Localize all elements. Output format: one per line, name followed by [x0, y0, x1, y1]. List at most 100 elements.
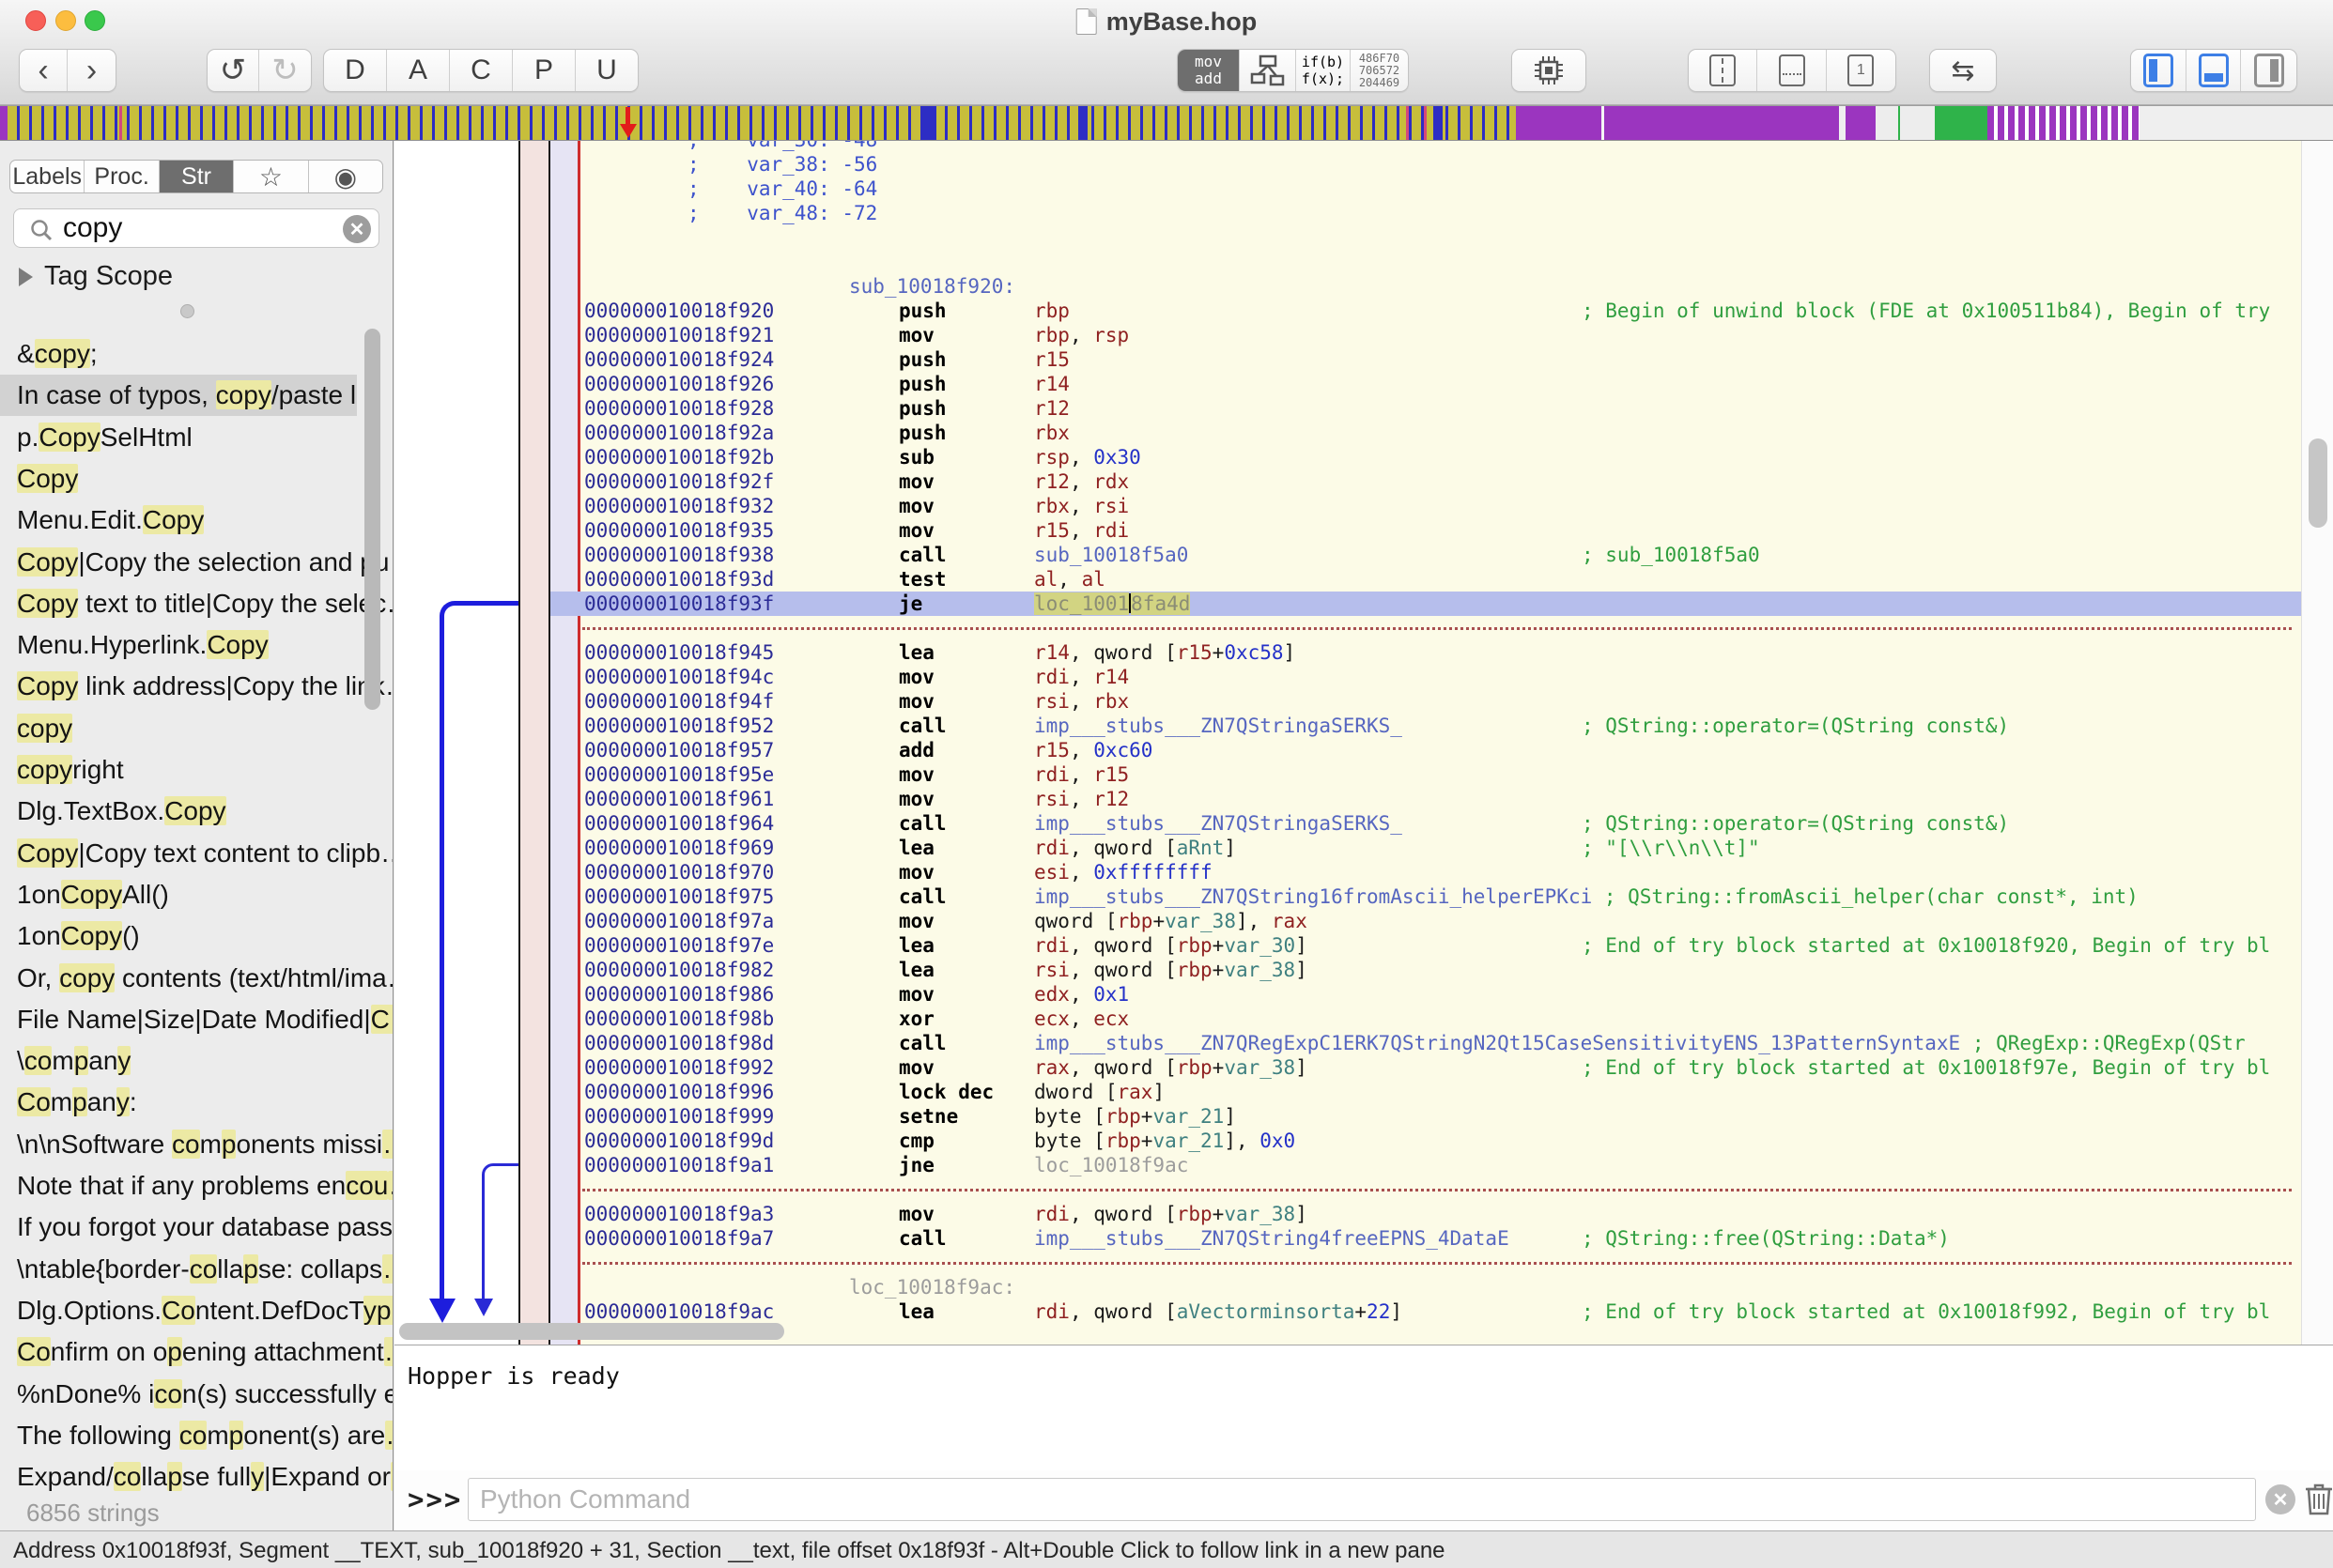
listing-line[interactable]: 000000010018f952callimp___stubs___ZN7QSt…: [550, 714, 2301, 738]
listing-line[interactable]: 000000010018f924pushr15: [550, 347, 2301, 372]
string-list-item[interactable]: \n\nSoftware components missi…: [0, 1124, 393, 1165]
string-list-item[interactable]: Copy|Copy text content to clipb…: [0, 833, 393, 874]
string-list-item[interactable]: &copy;: [0, 333, 393, 375]
clear-console-icon[interactable]: ✕: [2265, 1484, 2295, 1514]
listing-line[interactable]: 000000010018f94fmovrsi, rbx: [550, 689, 2301, 714]
mode-button-u[interactable]: U: [576, 50, 638, 91]
listing-var[interactable]: ; var_48: -72: [550, 201, 2301, 225]
mode-button-d[interactable]: D: [324, 50, 387, 91]
string-list-item[interactable]: File Name|Size|Date Modified|C…: [0, 999, 393, 1040]
string-list-item[interactable]: The following component(s) are…: [0, 1415, 393, 1456]
listing-line[interactable]: 000000010018f92fmovr12, rdx: [550, 469, 2301, 494]
undo-button[interactable]: ↺: [208, 50, 259, 91]
listing-line[interactable]: 000000010018f999setnebyte [rbp+var_21]: [550, 1104, 2301, 1129]
mode-button-p[interactable]: P: [513, 50, 576, 91]
tab-proc[interactable]: Proc.: [85, 161, 159, 192]
listing-line[interactable]: 000000010018f97eleardi, qword [rbp+var_3…: [550, 933, 2301, 958]
mode-button-a[interactable]: A: [387, 50, 450, 91]
string-list-item[interactable]: %nDone% icon(s) successfully e…: [0, 1374, 393, 1415]
toggle-right-panel-button[interactable]: [2241, 50, 2296, 91]
string-list-item[interactable]: p.CopySelHtml: [0, 417, 393, 458]
string-list-item[interactable]: In case of typos, copy/paste lice…: [0, 375, 357, 416]
cpu-button[interactable]: [1511, 49, 1586, 92]
string-list-item[interactable]: Or, copy contents (text/html/ima…: [0, 958, 393, 999]
listing-line[interactable]: 000000010018f94cmovrdi, r14: [550, 665, 2301, 689]
listing-line[interactable]: 000000010018f98dcallimp___stubs___ZN7QRe…: [550, 1031, 2301, 1055]
split-vertical-button[interactable]: [1689, 50, 1757, 91]
string-list-item[interactable]: Menu.Hyperlink.Copy: [0, 624, 393, 666]
listing-line[interactable]: 000000010018f926pushr14: [550, 372, 2301, 396]
search-field[interactable]: ✕: [13, 208, 379, 248]
listing-line[interactable]: 000000010018f935movr15, rdi: [550, 518, 2301, 543]
listing-line[interactable]: 000000010018f97amovqword [rbp+var_38], r…: [550, 909, 2301, 933]
string-list-item[interactable]: Dlg.TextBox.Copy: [0, 791, 393, 832]
string-list-item[interactable]: 1onCopy(): [0, 915, 393, 957]
search-input[interactable]: [63, 211, 335, 245]
split-horizontal-button[interactable]: [1757, 50, 1826, 91]
listing-line[interactable]: 000000010018f99dcmpbyte [rbp+var_21], 0x…: [550, 1129, 2301, 1153]
string-list-item[interactable]: \company: [0, 1040, 393, 1082]
zoom-window-button[interactable]: [85, 10, 105, 31]
string-list-item[interactable]: Dlg.Options.Content.DefDocTyp…: [0, 1290, 393, 1331]
vertical-scrollbar-thumb[interactable]: [2309, 438, 2327, 528]
listing-line[interactable]: 000000010018f9a7callimp___stubs___ZN7QSt…: [550, 1226, 2301, 1251]
listing-var[interactable]: ; var_38: -56: [550, 152, 2301, 177]
swap-panes-button[interactable]: ⇆: [1929, 49, 1997, 92]
tab-str[interactable]: Str: [160, 161, 234, 192]
hex-view-button[interactable]: 486F70706572204469: [1351, 50, 1408, 91]
string-list-item[interactable]: If you forgot your database pass…: [0, 1207, 393, 1248]
string-list-item[interactable]: 1onCopyAll(): [0, 874, 393, 915]
listing-line[interactable]: 000000010018f932movrbx, rsi: [550, 494, 2301, 518]
string-list-item[interactable]: Copy: [0, 458, 393, 500]
listing-label[interactable]: sub_10018f920:: [550, 274, 2301, 299]
listing-line[interactable]: 000000010018f961movrsi, r12: [550, 787, 2301, 811]
back-button[interactable]: ‹: [20, 50, 68, 91]
string-list-item[interactable]: copyright: [0, 749, 393, 791]
listing-line[interactable]: 000000010018f964callimp___stubs___ZN7QSt…: [550, 811, 2301, 836]
listing-line[interactable]: 000000010018f921movrbp, rsp: [550, 323, 2301, 347]
tag-scope-disclosure[interactable]: Tag Scope: [19, 261, 173, 292]
string-list-item[interactable]: \ntable{border-collapse: collaps…: [0, 1249, 393, 1290]
listing-line[interactable]: 000000010018f93fjeloc_10018fa4d: [550, 592, 2301, 616]
python-command-input[interactable]: [468, 1478, 2256, 1521]
listing-line[interactable]: 000000010018f992movrax, qword [rbp+var_3…: [550, 1055, 2301, 1080]
listing-line[interactable]: 000000010018f945lear14, qword [r15+0xc58…: [550, 640, 2301, 665]
trash-icon[interactable]: [2303, 1480, 2333, 1517]
listing-line[interactable]: 000000010018f92apushrbx: [550, 421, 2301, 445]
single-view-button[interactable]: 1: [1827, 50, 1895, 91]
horizontal-scrollbar-thumb[interactable]: [399, 1323, 784, 1340]
listing-line[interactable]: 000000010018f938callsub_10018f5a0; sub_1…: [550, 543, 2301, 567]
listing-line[interactable]: 000000010018f982learsi, qword [rbp+var_3…: [550, 958, 2301, 982]
string-list-item[interactable]: Company:: [0, 1082, 393, 1123]
clear-search-icon[interactable]: ✕: [343, 215, 371, 243]
close-window-button[interactable]: [25, 10, 46, 31]
listing-label[interactable]: loc_10018f9ac:: [550, 1275, 2301, 1299]
disassembly-pane[interactable]: ; var_30: -48; var_38: -56; var_40: -64;…: [394, 141, 2301, 1345]
listing-line[interactable]: 000000010018f92bsubrsp, 0x30: [550, 445, 2301, 469]
string-list-item[interactable]: Confirm on opening attachment…: [0, 1331, 393, 1373]
string-list-item[interactable]: Menu.Edit.Copy: [0, 500, 393, 541]
tab-radio-icon[interactable]: ◉: [309, 161, 382, 192]
tab-star-icon[interactable]: ☆: [234, 161, 308, 192]
listing-line[interactable]: 000000010018f969leardi, qword [aRnt]; "[…: [550, 836, 2301, 860]
listing-line[interactable]: 000000010018f9a3movrdi, qword [rbp+var_3…: [550, 1202, 2301, 1226]
listing-line[interactable]: 000000010018f986movedx, 0x1: [550, 982, 2301, 1007]
listing-line[interactable]: 000000010018f996lock decdword [rax]: [550, 1080, 2301, 1104]
minimize-window-button[interactable]: [55, 10, 76, 31]
string-list-item[interactable]: Copy link address|Copy the link…: [0, 666, 393, 707]
string-list-item[interactable]: Note that if any problems encou…: [0, 1165, 393, 1207]
sidebar-scrollbar-thumb[interactable]: [364, 329, 380, 710]
tab-labels[interactable]: Labels: [10, 161, 85, 192]
listing-line[interactable]: 000000010018f9acleardi, qword [aVectormi…: [550, 1299, 2301, 1324]
listing-var[interactable]: ; var_30: -48: [550, 141, 2301, 152]
sidebar-divider[interactable]: [393, 141, 394, 1530]
vertical-scrollbar[interactable]: [2301, 141, 2333, 1345]
listing-line[interactable]: 000000010018f928pushr12: [550, 396, 2301, 421]
cfg-graph-view-button[interactable]: [1240, 50, 1296, 91]
forward-button[interactable]: ›: [68, 50, 116, 91]
listing-line[interactable]: 000000010018f98bxorecx, ecx: [550, 1007, 2301, 1031]
listing-line[interactable]: 000000010018f93dtestal, al: [550, 567, 2301, 592]
listing-line[interactable]: 000000010018f920pushrbp; Begin of unwind…: [550, 299, 2301, 323]
mode-button-c[interactable]: C: [450, 50, 513, 91]
redo-button[interactable]: ↻: [259, 50, 311, 91]
